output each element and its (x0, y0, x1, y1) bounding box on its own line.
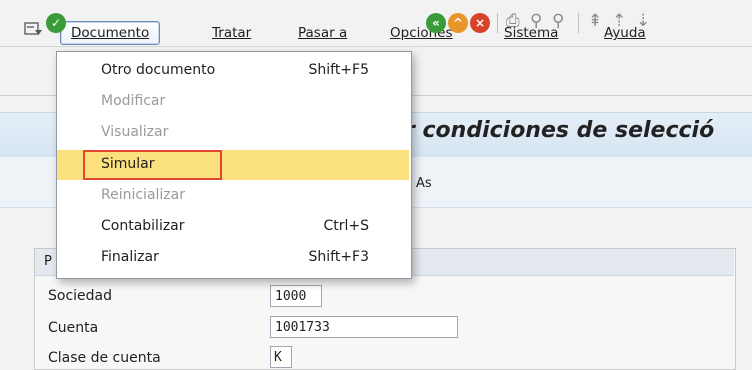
application-toolbar-label[interactable]: As (416, 176, 432, 191)
menu-item-label: Finalizar (101, 249, 159, 265)
cancel-icon[interactable]: × (470, 13, 490, 33)
annotation-highlight-box (83, 150, 222, 180)
menu-item-finalizar[interactable]: Finalizar Shift+F3 (57, 243, 409, 273)
menu-tratar[interactable]: Tratar (212, 25, 251, 41)
field-label-cuenta: Cuenta (48, 320, 99, 336)
find-next-icon[interactable]: ⚲ (552, 11, 564, 31)
menu-pasar-a[interactable]: Pasar a (298, 25, 347, 41)
menu-item-label: Modificar (101, 93, 166, 109)
exit-icon[interactable]: ^ (448, 13, 468, 33)
menu-item-modificar: Modificar (57, 87, 409, 117)
back-icon[interactable]: « (426, 13, 446, 33)
menu-item-shortcut: Shift+F5 (308, 62, 369, 78)
menu-item-shortcut: Ctrl+S (323, 218, 369, 234)
menu-item-shortcut: Shift+F3 (308, 249, 369, 265)
first-page-icon[interactable]: ⇞ (588, 11, 602, 31)
print-icon[interactable]: ⎙ (506, 11, 520, 31)
sociedad-input[interactable]: 1000 (270, 285, 322, 307)
field-label-clase-de-cuenta: Clase de cuenta (48, 350, 161, 366)
menu-item-label: Reinicializar (101, 187, 185, 203)
menu-item-reinicializar: Reinicializar (57, 181, 409, 211)
menu-documento[interactable]: Documento (60, 21, 161, 45)
page-title: r condiciones de selecció (404, 118, 715, 143)
cuenta-input[interactable]: 1001733 (270, 316, 458, 338)
menu-item-label: Visualizar (101, 124, 169, 140)
menu-item-contabilizar[interactable]: Contabilizar Ctrl+S (57, 212, 409, 242)
menu-options-icon[interactable] (24, 22, 44, 38)
menu-item-label: Contabilizar (101, 218, 185, 234)
toolbar-separator (578, 13, 579, 33)
menu-item-visualizar: Visualizar (57, 118, 409, 148)
next-page-icon[interactable]: ⇣ (636, 11, 650, 31)
menu-item-otro-documento[interactable]: Otro documento Shift+F5 (57, 56, 409, 86)
group-title: P (44, 254, 52, 269)
toolbar-separator (497, 13, 498, 33)
clase-de-cuenta-input[interactable]: K (270, 346, 292, 368)
enter-icon[interactable]: ✓ (46, 13, 66, 33)
menu-item-label: Otro documento (101, 62, 216, 78)
find-icon[interactable]: ⚲ (530, 11, 542, 31)
previous-page-icon[interactable]: ⇡ (612, 11, 626, 31)
field-label-sociedad: Sociedad (48, 288, 113, 304)
